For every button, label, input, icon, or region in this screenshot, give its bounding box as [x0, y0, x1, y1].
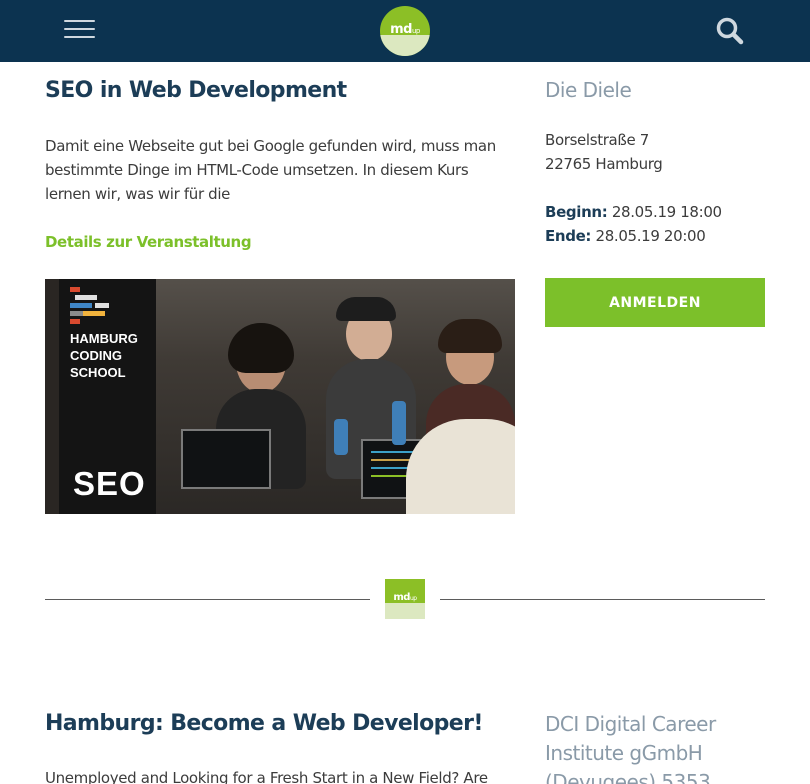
divider-logo: mdup — [385, 579, 425, 619]
image-brand-text: HAMBURG CODING SCHOOL — [70, 331, 138, 380]
logo-text: md — [390, 22, 412, 37]
image-left-band — [45, 279, 59, 514]
event-details-link[interactable]: Details zur Veranstaltung — [45, 233, 252, 251]
image-seo-text: SEO — [73, 465, 146, 502]
divider-line-right — [440, 599, 765, 600]
beanie-figure — [406, 419, 515, 514]
event-description: Unemployed and Looking for a Fresh Start… — [45, 769, 488, 784]
venue-address-city: 22765 Hamburg — [545, 155, 663, 173]
event-image[interactable]: HAMBURG CODING SCHOOL SEO — [45, 279, 515, 514]
divider-line-left — [45, 599, 370, 600]
site-logo[interactable]: mdup — [380, 6, 430, 56]
hamburger-menu-icon[interactable] — [64, 17, 96, 43]
event-title[interactable]: Hamburg: Become a Web Developer! — [45, 711, 483, 736]
top-nav-bar: mdup — [0, 0, 810, 62]
begin-value: 28.05.19 18:00 — [611, 203, 722, 221]
hamburg-coding-school-panel: HAMBURG CODING SCHOOL SEO — [59, 279, 156, 514]
event-title[interactable]: SEO in Web Development — [45, 78, 347, 103]
venue-address-street: Borselstraße 7 — [545, 131, 649, 149]
divider-logo-suffix: up — [409, 595, 417, 602]
event-description: Damit eine Webseite gut bei Google gefun… — [45, 137, 496, 203]
search-icon[interactable] — [715, 16, 745, 46]
event-venue: Die Diele — [545, 78, 632, 102]
event-venue: DCI Digital Career Institute gGmbH (Devu… — [545, 712, 716, 784]
divider-logo-text: md — [393, 592, 410, 603]
event-begin: Beginn: 28.05.19 18:00 — [545, 200, 722, 224]
end-value: 28.05.19 20:00 — [595, 227, 706, 245]
end-label: Ende: — [545, 227, 592, 245]
register-button[interactable]: ANMELDEN — [545, 278, 765, 327]
logo-suffix: up — [411, 27, 420, 35]
event-photo — [156, 279, 515, 514]
begin-label: Beginn: — [545, 203, 608, 221]
event-end: Ende: 28.05.19 20:00 — [545, 224, 706, 248]
